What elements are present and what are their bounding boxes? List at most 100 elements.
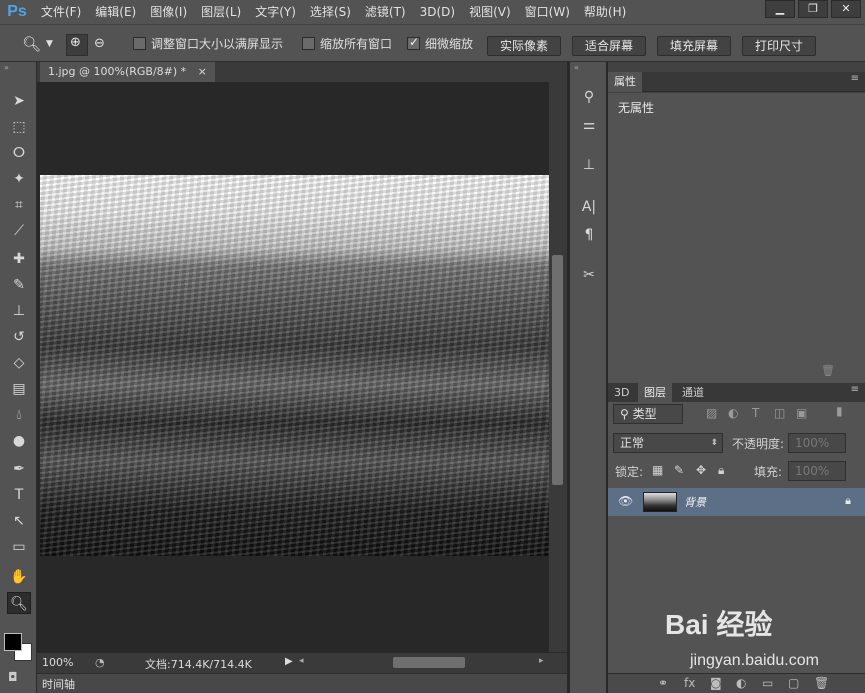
type-tool-icon[interactable]: T <box>7 484 31 506</box>
history-icon[interactable]: ⚲ <box>578 86 600 108</box>
menu-file[interactable]: 文件(F) <box>34 0 88 24</box>
collapse-arrows-icon[interactable]: « <box>574 63 579 72</box>
panel-menu-icon[interactable]: ≡ <box>851 384 859 395</box>
menu-view[interactable]: 视图(V) <box>462 0 518 24</box>
dodge-tool-icon[interactable]: ● <box>7 430 31 452</box>
gradient-tool-icon[interactable]: ▤ <box>7 378 31 400</box>
add-mask-icon[interactable]: ◙ <box>710 676 722 690</box>
tab-channels[interactable]: 通道 <box>676 383 710 403</box>
status-menu-arrow-icon[interactable]: ▶ <box>285 656 293 667</box>
menu-type[interactable]: 文字(Y) <box>248 0 303 24</box>
filter-toggle-icon[interactable]: ▮ <box>836 404 843 418</box>
lasso-tool-icon[interactable]: ⵔ <box>7 142 31 164</box>
eyedropper-tool-icon[interactable]: ⟋ <box>7 220 31 242</box>
new-group-icon[interactable]: ▭ <box>762 676 773 690</box>
lock-position-icon[interactable]: ✥ <box>696 463 706 477</box>
magic-wand-tool-icon[interactable]: ✦ <box>7 168 31 190</box>
collapse-arrows-icon[interactable]: » <box>4 63 9 72</box>
zoom-out-icon[interactable]: ⊖ <box>94 34 105 54</box>
blur-tool-icon[interactable]: 💧︎ <box>7 404 31 426</box>
zoom-level[interactable]: 100% <box>42 656 73 669</box>
minimize-button[interactable]: ▁ <box>765 0 795 18</box>
menu-select[interactable]: 选择(S) <box>303 0 358 24</box>
document-image[interactable] <box>40 175 550 556</box>
foreground-color-swatch-front[interactable] <box>4 633 22 651</box>
close-button[interactable]: ✕ <box>831 0 861 18</box>
delete-layer-icon[interactable]: 🗑︎ <box>814 676 829 690</box>
close-tab-icon[interactable]: × <box>198 65 207 78</box>
rectangle-tool-icon[interactable]: ▭ <box>7 536 31 558</box>
filter-pixel-icon[interactable]: ▨ <box>706 406 717 420</box>
resize-windows-checkbox[interactable] <box>133 37 146 50</box>
tab-properties[interactable]: 属性 <box>608 72 642 92</box>
zoom-in-mode-button[interactable]: ⊕ <box>66 34 88 56</box>
zoom-tool-icon[interactable]: 🔍︎ <box>7 592 31 614</box>
status-preview-icon[interactable]: ◔ <box>95 656 105 669</box>
menu-edit[interactable]: 编辑(E) <box>88 0 143 24</box>
menu-window[interactable]: 窗口(W) <box>518 0 577 24</box>
pen-tool-icon[interactable]: ✒ <box>7 458 31 480</box>
hand-tool-icon[interactable]: ✋ <box>7 566 31 588</box>
crop-tool-icon[interactable]: ⌗ <box>7 194 31 216</box>
layer-filter-select[interactable]: ⚲ 类型 <box>613 404 683 424</box>
filter-adjustment-icon[interactable]: ◐ <box>728 406 738 420</box>
brush-presets-icon[interactable]: ⚌ <box>578 114 600 136</box>
character-icon[interactable]: A| <box>578 196 600 218</box>
scroll-right-icon[interactable]: ▸ <box>539 656 544 666</box>
zoom-all-checkbox[interactable] <box>302 37 315 50</box>
layers-panel-header: 3D 图层 通道 ≡ <box>608 383 865 403</box>
lock-transparent-icon[interactable]: ▦ <box>652 463 663 477</box>
chevron-down-icon[interactable]: ▼ <box>46 34 53 54</box>
lock-image-icon[interactable]: ✎ <box>674 463 684 477</box>
eye-icon[interactable]: 👁︎ <box>618 494 633 508</box>
fit-screen-button[interactable]: 适合屏幕 <box>572 36 646 56</box>
menu-bar: Ps 文件(F) 编辑(E) 图像(I) 图层(L) 文字(Y) 选择(S) 滤… <box>0 0 865 24</box>
brush-tool-icon[interactable]: ✎ <box>7 274 31 296</box>
filter-smart-object-icon[interactable]: ▣ <box>796 406 807 420</box>
lock-all-icon[interactable]: 🔒︎ <box>718 463 724 478</box>
horizontal-scrollbar-thumb[interactable] <box>393 657 465 668</box>
history-brush-tool-icon[interactable]: ↺ <box>7 326 31 348</box>
clone-stamp-tool-icon[interactable]: ⊥ <box>7 300 31 322</box>
restore-button[interactable]: ❐ <box>798 0 828 18</box>
marquee-tool-icon[interactable]: ⬚ <box>7 116 31 138</box>
timeline-tab[interactable]: 时间轴 <box>42 676 75 692</box>
adjustment-layer-icon[interactable]: ◐ <box>736 676 746 690</box>
layer-style-icon[interactable]: fx <box>684 676 695 690</box>
panel-menu-icon[interactable]: ≡ <box>851 73 859 84</box>
filter-type-icon[interactable]: T <box>752 406 759 420</box>
trash-icon[interactable]: 🗑︎ <box>821 364 835 377</box>
path-selection-tool-icon[interactable]: ↖ <box>7 510 31 532</box>
eraser-tool-icon[interactable]: ◇ <box>7 352 31 374</box>
healing-brush-tool-icon[interactable]: ✚ <box>7 248 31 270</box>
scrubby-zoom-checkbox[interactable] <box>407 35 420 50</box>
fill-screen-button[interactable]: 填充屏幕 <box>657 36 731 56</box>
zoom-tool-preset-icon[interactable]: 🔍︎ <box>22 34 41 54</box>
blend-mode-select[interactable]: 正常 ⬍ <box>613 433 723 453</box>
layer-row-background[interactable]: 👁︎ 背景 🔒︎ <box>608 488 865 516</box>
menu-filter[interactable]: 滤镜(T) <box>358 0 413 24</box>
link-layers-icon[interactable]: ⚭ <box>658 676 668 690</box>
vertical-scrollbar-thumb[interactable] <box>552 255 563 485</box>
menu-3d[interactable]: 3D(D) <box>413 0 462 24</box>
fill-field[interactable]: 100% <box>788 461 846 481</box>
move-tool-icon[interactable]: ➤ <box>7 90 31 112</box>
print-size-button[interactable]: 打印尺寸 <box>742 36 816 56</box>
menu-layer[interactable]: 图层(L) <box>194 0 248 24</box>
document-tab[interactable]: 1.jpg @ 100%(RGB/8#) * × <box>40 62 215 82</box>
layer-name[interactable]: 背景 <box>684 494 706 510</box>
quick-mask-icon[interactable]: ◘ <box>8 670 18 684</box>
filter-shape-icon[interactable]: ◫ <box>774 406 785 420</box>
scroll-left-icon[interactable]: ◂ <box>299 656 304 666</box>
tab-layers[interactable]: 图层 <box>638 383 672 403</box>
tab-3d[interactable]: 3D <box>608 383 635 403</box>
tool-presets-icon[interactable]: ✂ <box>578 264 600 286</box>
menu-help[interactable]: 帮助(H) <box>577 0 633 24</box>
menu-image[interactable]: 图像(I) <box>143 0 194 24</box>
new-layer-icon[interactable]: ▢ <box>788 676 799 690</box>
actual-pixels-button[interactable]: 实际像素 <box>487 36 561 56</box>
opacity-label: 不透明度: <box>732 437 785 451</box>
clone-source-icon[interactable]: ⊥ <box>578 154 600 176</box>
paragraph-icon[interactable]: ¶ <box>578 224 600 246</box>
opacity-field[interactable]: 100% <box>788 433 846 453</box>
